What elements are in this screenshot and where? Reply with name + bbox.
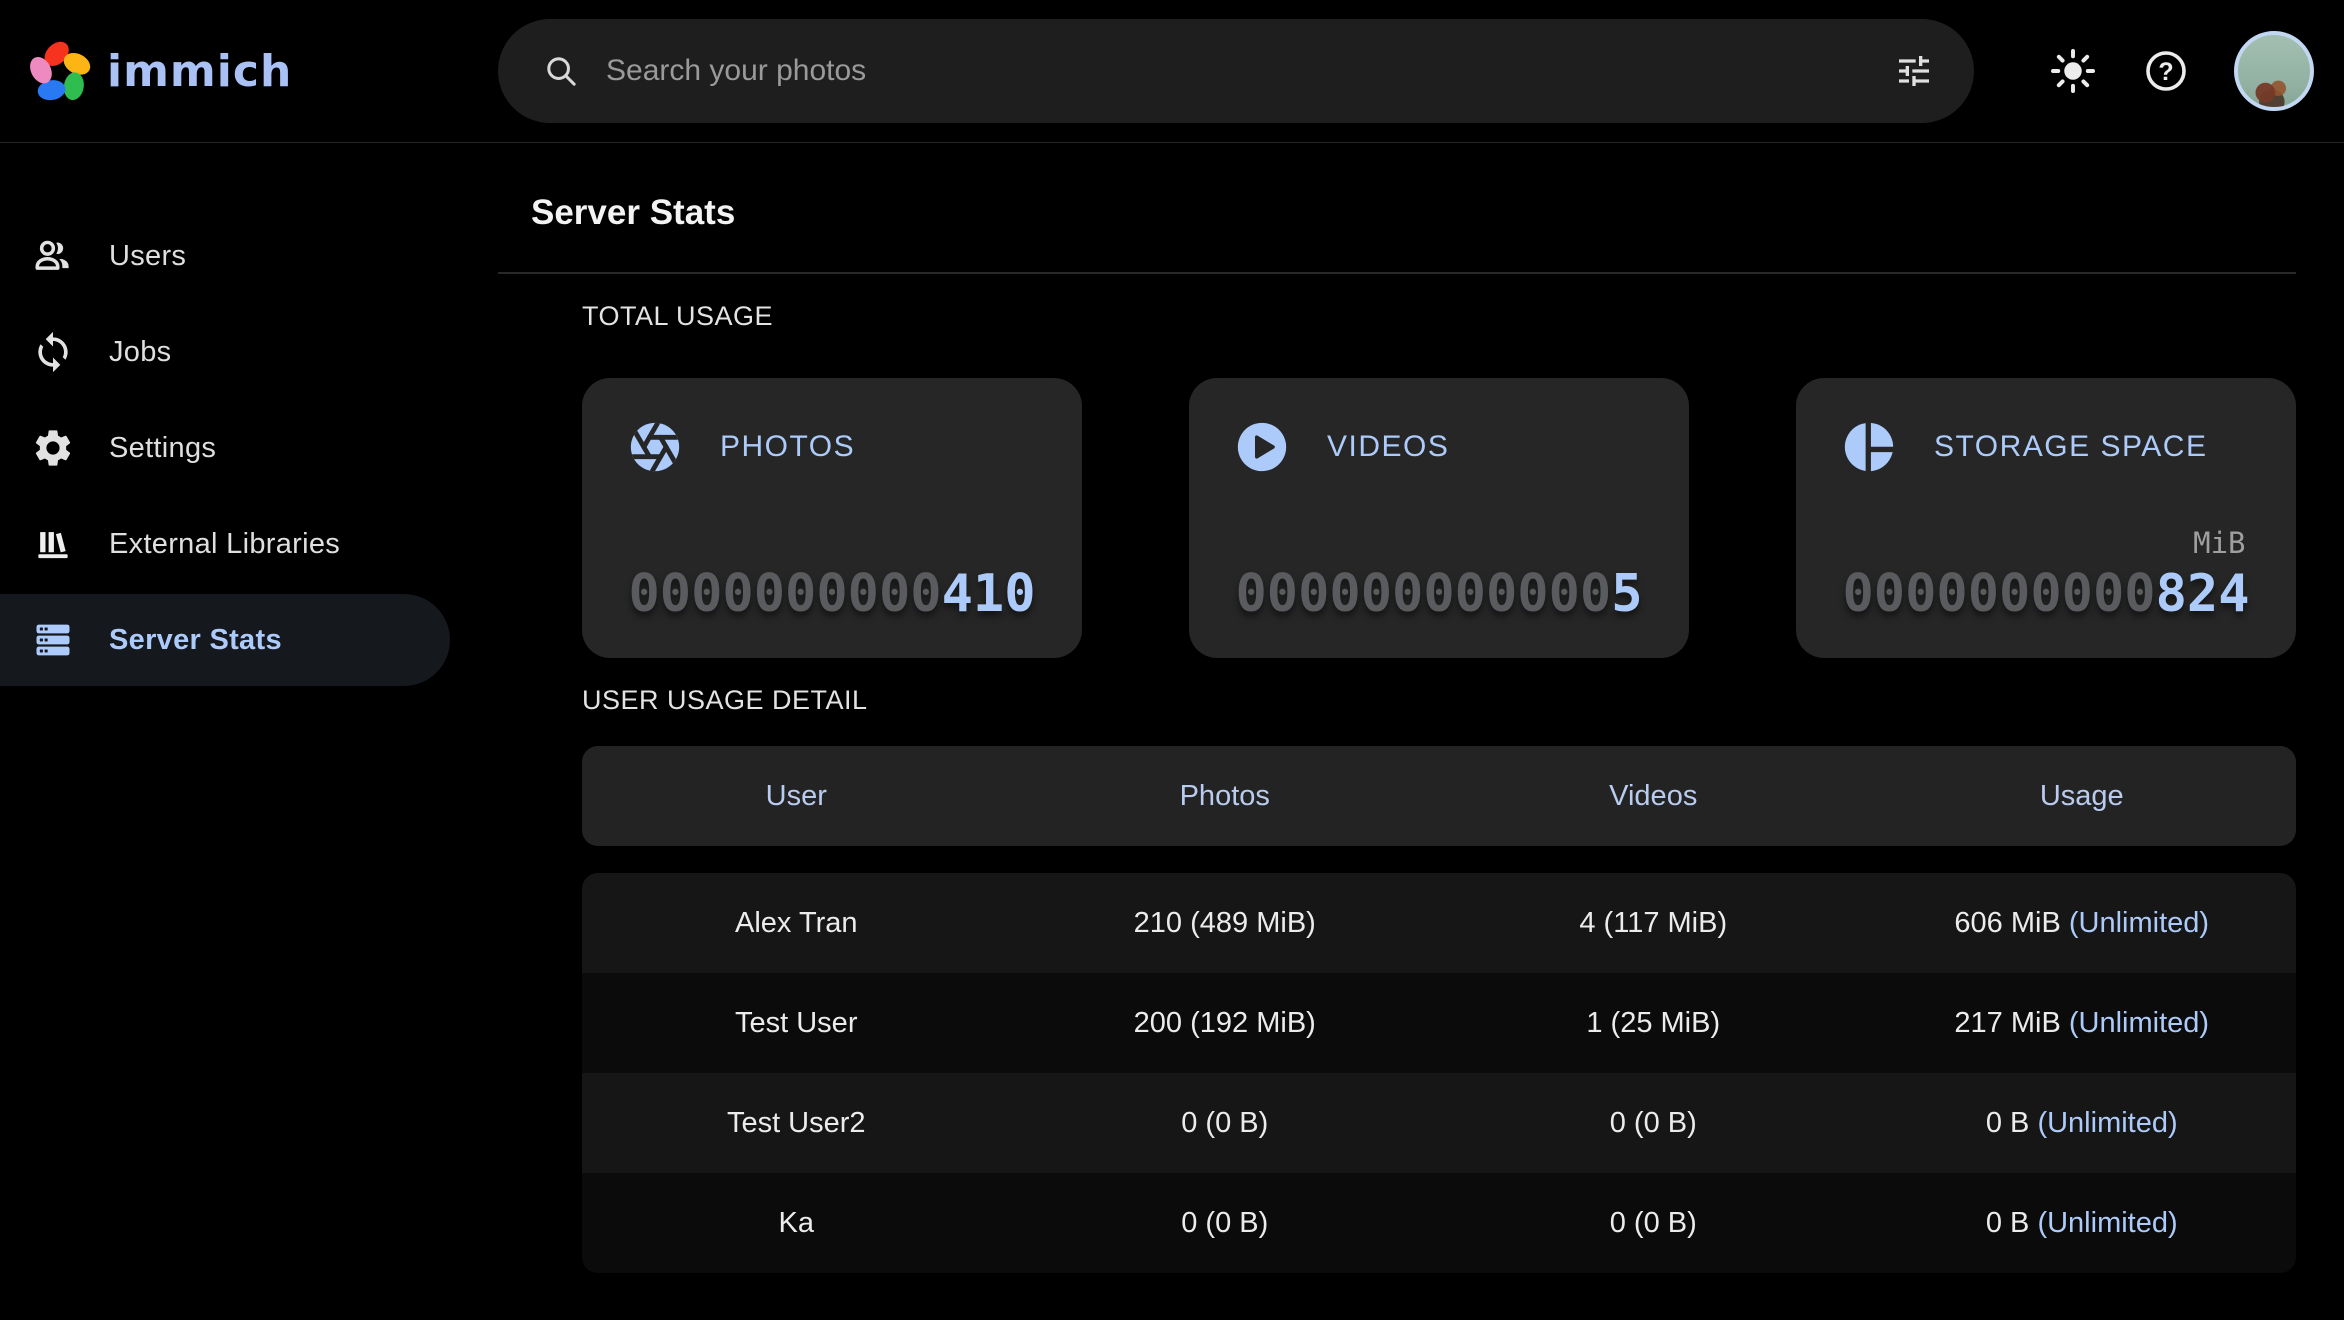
stat-card-label: STORAGE SPACE [1934, 430, 2207, 464]
sidebar-item-label: Jobs [109, 336, 171, 369]
tune-icon [1894, 51, 1934, 91]
stat-card-videos: VIDEOS 0000000000005 [1189, 378, 1689, 658]
sidebar-item-external-libraries[interactable]: External Libraries [0, 498, 450, 590]
usage-limit: (Unlimited) [2037, 1107, 2177, 1139]
sidebar-item-jobs[interactable]: Jobs [0, 306, 450, 398]
aperture-icon [626, 418, 684, 476]
play-circle-icon [1233, 418, 1291, 476]
column-header-user: User [582, 780, 1011, 813]
cell-photos: 0 (0 B) [1011, 1207, 1440, 1240]
usage-limit: (Unlimited) [2069, 1007, 2209, 1039]
stat-card-unit: MiB [1843, 526, 2250, 564]
sidebar-item-users[interactable]: Users [0, 210, 450, 302]
column-header-usage: Usage [1868, 780, 2297, 813]
cell-user: Test User [582, 1007, 1011, 1040]
stat-card-storage: STORAGE SPACE MiB 0000000000824 [1796, 378, 2296, 658]
app-wordmark: immich [107, 46, 292, 97]
cell-usage: 0 B (Unlimited) [1868, 1107, 2297, 1140]
main-content: Server Stats TOTAL USAGE [465, 143, 2344, 1320]
cell-user: Ka [582, 1207, 1011, 1240]
server-stack-icon [31, 618, 75, 662]
stat-card-number: 0000000000005 [1236, 564, 1643, 624]
cell-videos: 0 (0 B) [1439, 1107, 1868, 1140]
stat-card-unit [1236, 526, 1643, 564]
cell-photos: 0 (0 B) [1011, 1107, 1440, 1140]
page-title: Server Stats [531, 193, 2296, 233]
cell-user: Test User2 [582, 1107, 1011, 1140]
table-row: Test User 200 (192 MiB) 1 (25 MiB) 217 M… [582, 973, 2296, 1073]
column-header-photos: Photos [1011, 780, 1440, 813]
title-divider [498, 272, 2296, 274]
cell-videos: 1 (25 MiB) [1439, 1007, 1868, 1040]
search-bar [498, 19, 1974, 123]
cell-photos: 210 (489 MiB) [1011, 907, 1440, 940]
column-header-videos: Videos [1439, 780, 1868, 813]
usage-limit: (Unlimited) [2037, 1207, 2177, 1239]
user-usage-table: User Photos Videos Usage Alex Tran 210 (… [582, 746, 2296, 1273]
table-row: Test User2 0 (0 B) 0 (0 B) 0 B (Unlimite… [582, 1073, 2296, 1173]
help-icon: ? [2142, 47, 2190, 95]
section-heading-user-usage: USER USAGE DETAIL [582, 685, 2296, 716]
cell-videos: 0 (0 B) [1439, 1207, 1868, 1240]
cell-usage: 0 B (Unlimited) [1868, 1207, 2297, 1240]
help-button[interactable]: ? [2142, 47, 2190, 95]
app-logo[interactable]: immich [27, 0, 292, 142]
search-icon [542, 52, 580, 90]
svg-text:?: ? [2158, 58, 2173, 86]
immich-flower-icon [27, 38, 93, 104]
table-row: Alex Tran 210 (489 MiB) 4 (117 MiB) 606 … [582, 873, 2296, 973]
table-header-row: User Photos Videos Usage [582, 746, 2296, 846]
admin-sidebar: Users Jobs Settings [0, 143, 465, 1320]
search-filter-button[interactable] [1894, 51, 1934, 91]
search-input[interactable] [606, 54, 1894, 88]
stat-card-unit [629, 526, 1036, 564]
cell-user: Alex Tran [582, 907, 1011, 940]
cell-photos: 200 (192 MiB) [1011, 1007, 1440, 1040]
cell-usage: 606 MiB (Unlimited) [1868, 907, 2297, 940]
stat-card-photos: PHOTOS 0000000000410 [582, 378, 1082, 658]
pie-chart-icon [1840, 418, 1898, 476]
stat-card-number: 0000000000410 [629, 564, 1036, 624]
sync-icon [31, 330, 75, 374]
cell-videos: 4 (117 MiB) [1439, 907, 1868, 940]
table-body: Alex Tran 210 (489 MiB) 4 (117 MiB) 606 … [582, 873, 2296, 1273]
theme-toggle-button[interactable] [2048, 46, 2098, 96]
table-row: Ka 0 (0 B) 0 (0 B) 0 B (Unlimited) [582, 1173, 2296, 1273]
sidebar-item-label: Users [109, 240, 186, 273]
stat-card-label: PHOTOS [720, 430, 855, 464]
stat-card-number: 0000000000824 [1843, 564, 2250, 624]
sidebar-item-server-stats[interactable]: Server Stats [0, 594, 450, 686]
sidebar-item-label: Settings [109, 432, 216, 465]
sun-icon [2048, 46, 2098, 96]
top-bar: immich [0, 0, 2344, 143]
stat-card-label: VIDEOS [1327, 430, 1449, 464]
sidebar-item-label: Server Stats [109, 624, 282, 657]
sidebar-item-settings[interactable]: Settings [0, 402, 450, 494]
sidebar-item-label: External Libraries [109, 528, 340, 561]
users-icon [31, 234, 75, 278]
stat-cards: PHOTOS 0000000000410 VIDEOS [582, 378, 2296, 658]
section-heading-total-usage: TOTAL USAGE [582, 301, 2296, 332]
usage-limit: (Unlimited) [2069, 907, 2209, 939]
user-avatar[interactable] [2234, 31, 2314, 111]
gear-icon [31, 426, 75, 470]
cell-usage: 217 MiB (Unlimited) [1868, 1007, 2297, 1040]
bookshelf-icon [31, 522, 75, 566]
top-bar-actions: ? [2048, 0, 2314, 142]
